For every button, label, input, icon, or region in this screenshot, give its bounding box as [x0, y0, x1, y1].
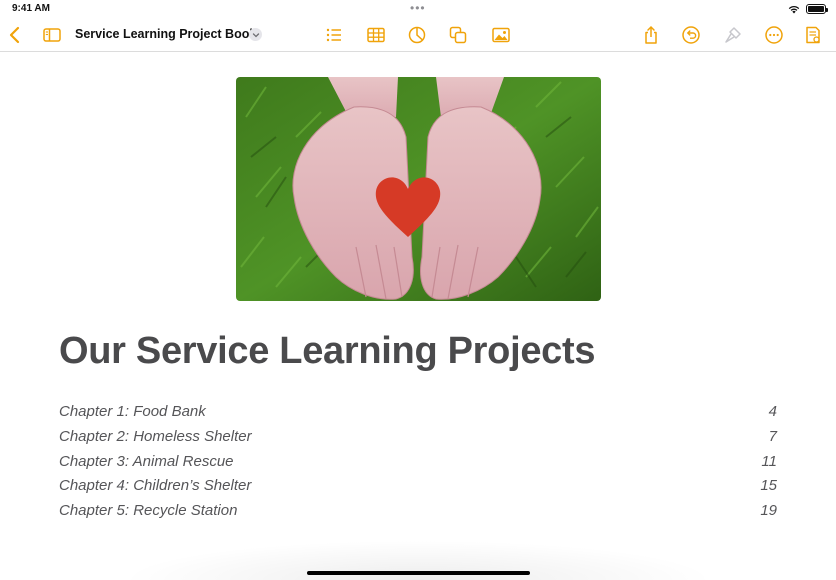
more-icon[interactable]	[763, 24, 785, 46]
toolbar: Service Learning Project Book	[0, 18, 836, 52]
hero-image[interactable]	[236, 77, 601, 301]
toc-row[interactable]: Chapter 4: Children’s Shelter 15	[59, 477, 777, 502]
toc-chapter-title: Chapter 1: Food Bank	[59, 403, 206, 420]
document-title[interactable]: Service Learning Project Book	[75, 27, 256, 41]
toc-page-number: 19	[760, 502, 777, 520]
home-indicator[interactable]	[307, 571, 530, 575]
status-time: 9:41 AM	[12, 3, 50, 14]
chart-icon[interactable]	[406, 24, 428, 46]
document-view-icon[interactable]	[802, 24, 824, 46]
battery-icon	[806, 4, 828, 14]
toc-row[interactable]: Chapter 3: Animal Rescue 11	[59, 453, 777, 478]
title-chevron-down-icon[interactable]	[249, 28, 262, 41]
toc-page-number: 15	[760, 477, 777, 495]
toc-page-number: 7	[768, 427, 777, 445]
status-indicators	[788, 4, 828, 14]
table-icon[interactable]	[365, 24, 387, 46]
multitasking-dots[interactable]: •••	[410, 1, 426, 15]
page-heading[interactable]: Our Service Learning Projects	[59, 330, 595, 373]
toc-row[interactable]: Chapter 1: Food Bank 4	[59, 403, 777, 428]
toc-row[interactable]: Chapter 5: Recycle Station 19	[59, 502, 777, 527]
toc-chapter-title: Chapter 2: Homeless Shelter	[59, 427, 252, 445]
wifi-icon	[788, 5, 800, 14]
toc-chapter-title: Chapter 5: Recycle Station	[59, 502, 238, 520]
toc-page-number: 11	[761, 452, 777, 470]
toc-chapter-title: Chapter 4: Children’s Shelter	[59, 477, 252, 495]
list-icon[interactable]	[323, 24, 345, 46]
brush-icon[interactable]	[722, 24, 744, 46]
toc-row[interactable]: Chapter 2: Homeless Shelter 7	[59, 428, 777, 453]
toc-chapter-title: Chapter 3: Animal Rescue	[59, 452, 234, 470]
back-chevron-left-icon[interactable]	[4, 24, 26, 46]
hands-holding-heart-photo	[236, 77, 601, 301]
status-bar: 9:41 AM •••	[0, 0, 836, 18]
share-icon[interactable]	[640, 24, 662, 46]
table-of-contents: Chapter 1: Food Bank 4 Chapter 2: Homele…	[59, 403, 777, 527]
undo-icon[interactable]	[680, 24, 702, 46]
toc-page-number: 4	[768, 403, 777, 420]
sidebar-icon[interactable]	[41, 24, 63, 46]
shape-icon[interactable]	[447, 24, 469, 46]
media-icon[interactable]	[490, 24, 512, 46]
